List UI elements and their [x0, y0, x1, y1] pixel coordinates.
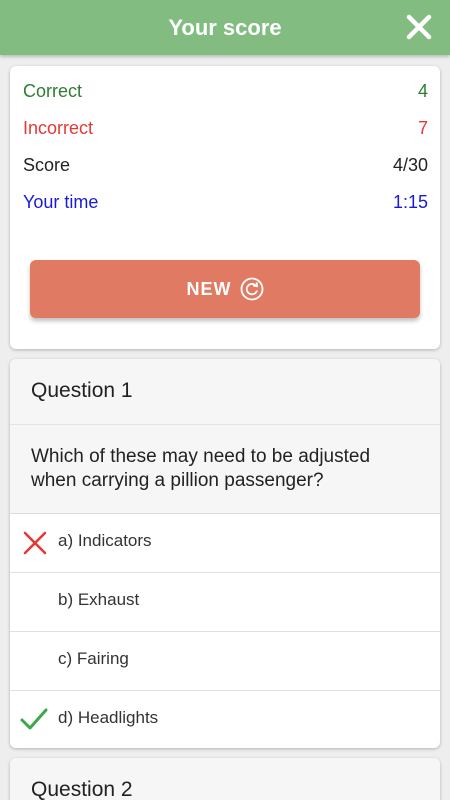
- time-row: Your time 1:15: [23, 190, 428, 214]
- question-text: Which of these may need to be adjusted w…: [10, 425, 440, 514]
- check-icon: [20, 708, 48, 730]
- correct-row: Correct 4: [23, 79, 428, 103]
- new-button-label: NEW: [186, 278, 232, 299]
- question-card: Question 1 Which of these may need to be…: [10, 359, 440, 748]
- question-card-2: Question 2: [10, 758, 440, 800]
- new-quiz-button[interactable]: NEW: [30, 260, 420, 318]
- page-title: Your score: [168, 14, 282, 40]
- cross-icon: [23, 531, 47, 555]
- score-label: Score: [23, 154, 71, 175]
- answer-option-b: b) Exhaust: [10, 573, 440, 632]
- answer-label: c) Fairing: [58, 649, 129, 668]
- time-value: 1:15: [392, 191, 428, 212]
- incorrect-row: Incorrect 7: [23, 116, 428, 140]
- close-icon[interactable]: [406, 14, 432, 40]
- answer-option-d: d) Headlights: [10, 691, 440, 748]
- answer-label: a) Indicators: [58, 531, 152, 550]
- score-row: Score 4/30: [23, 153, 428, 177]
- correct-label: Correct: [23, 80, 83, 101]
- question-title: Question 2: [10, 758, 440, 800]
- answer-option-a: a) Indicators: [10, 514, 440, 573]
- top-bar: Your score: [0, 0, 450, 55]
- correct-value: 4: [417, 80, 428, 101]
- question-title: Question 1: [10, 359, 440, 425]
- incorrect-label: Incorrect: [23, 117, 94, 138]
- refresh-icon: [240, 277, 263, 301]
- answer-option-c: c) Fairing: [10, 632, 440, 691]
- score-card: Correct 4 Incorrect 7 Score 4/30 Your ti…: [10, 66, 440, 349]
- answer-label: d) Headlights: [58, 708, 159, 727]
- answer-label: b) Exhaust: [58, 590, 140, 609]
- score-value: 4/30: [392, 154, 428, 175]
- time-label: Your time: [23, 191, 99, 212]
- incorrect-value: 7: [417, 117, 428, 138]
